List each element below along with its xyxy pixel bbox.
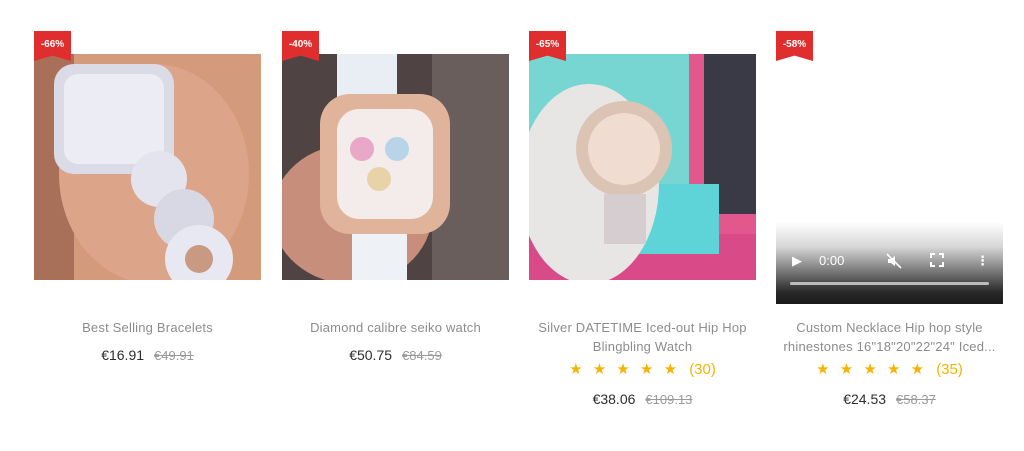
- price-row: €16.91 €49.91: [34, 347, 261, 363]
- product-title[interactable]: Custom Necklace Hip hop style rhinestone…: [776, 318, 1003, 356]
- sale-price: €16.91: [101, 347, 145, 363]
- product-title-line: Silver DATETIME Iced-out Hip Hop: [538, 320, 747, 335]
- product-title[interactable]: Silver DATETIME Iced-out Hip Hop Blingbl…: [529, 318, 756, 356]
- video-player[interactable]: ▶ 0:00 ⋮: [776, 222, 1003, 304]
- original-price: €84.59: [402, 348, 442, 363]
- rating: ★ ★ ★ ★ ★ (35): [776, 360, 1003, 378]
- rating-stars: ★ ★ ★ ★ ★: [816, 361, 928, 378]
- sale-price: €24.53: [843, 391, 887, 407]
- mute-icon[interactable]: [886, 253, 902, 272]
- product-card: -40% Diamond calibre seiko watch €50.75 €…: [282, 0, 509, 451]
- product-title-line: Diamond calibre seiko watch: [310, 320, 481, 335]
- product-image[interactable]: [282, 54, 509, 280]
- rating-stars: ★ ★ ★ ★ ★: [569, 361, 681, 378]
- product-title[interactable]: Diamond calibre seiko watch: [282, 318, 509, 337]
- rating-count: (35): [936, 361, 963, 378]
- rating-count: (30): [689, 361, 716, 378]
- video-progress-bar[interactable]: [790, 282, 989, 285]
- sale-price: €50.75: [349, 347, 393, 363]
- original-price: €58.37: [896, 392, 936, 407]
- product-card: -65% Silver DATETIME Iced-out Hip Hop Bl…: [529, 0, 756, 451]
- product-card: -58% ▶ 0:00 ⋮ Custom Necklace Hip hop st…: [776, 0, 1003, 451]
- original-price: €49.91: [154, 348, 194, 363]
- original-price: €109.13: [645, 392, 693, 407]
- play-icon[interactable]: ▶: [792, 253, 802, 269]
- product-title[interactable]: Best Selling Bracelets: [34, 318, 261, 337]
- more-options-icon[interactable]: ⋮: [976, 253, 989, 269]
- product-title-line: Custom Necklace Hip hop style: [796, 320, 983, 335]
- price-row: €38.06 €109.13: [529, 391, 756, 407]
- sale-price: €38.06: [592, 391, 636, 407]
- video-controls: ▶ 0:00 ⋮: [776, 250, 1003, 276]
- product-card: -66% Best Selling Bracelets €16.91 €49.91: [34, 0, 261, 451]
- fullscreen-icon[interactable]: [930, 253, 944, 270]
- product-title-line: Blingbling Watch: [592, 339, 693, 354]
- product-title-line: rhinestones 16"18"20"22"24" Iced...: [783, 339, 996, 354]
- price-row: €50.75 €84.59: [282, 347, 509, 363]
- product-image[interactable]: [34, 54, 261, 280]
- rating: ★ ★ ★ ★ ★ (30): [529, 360, 756, 378]
- price-row: €24.53 €58.37: [776, 391, 1003, 407]
- product-image[interactable]: [529, 54, 756, 280]
- discount-badge: -58%: [776, 31, 813, 61]
- video-time: 0:00: [819, 253, 845, 268]
- product-title-line: Best Selling Bracelets: [82, 320, 213, 335]
